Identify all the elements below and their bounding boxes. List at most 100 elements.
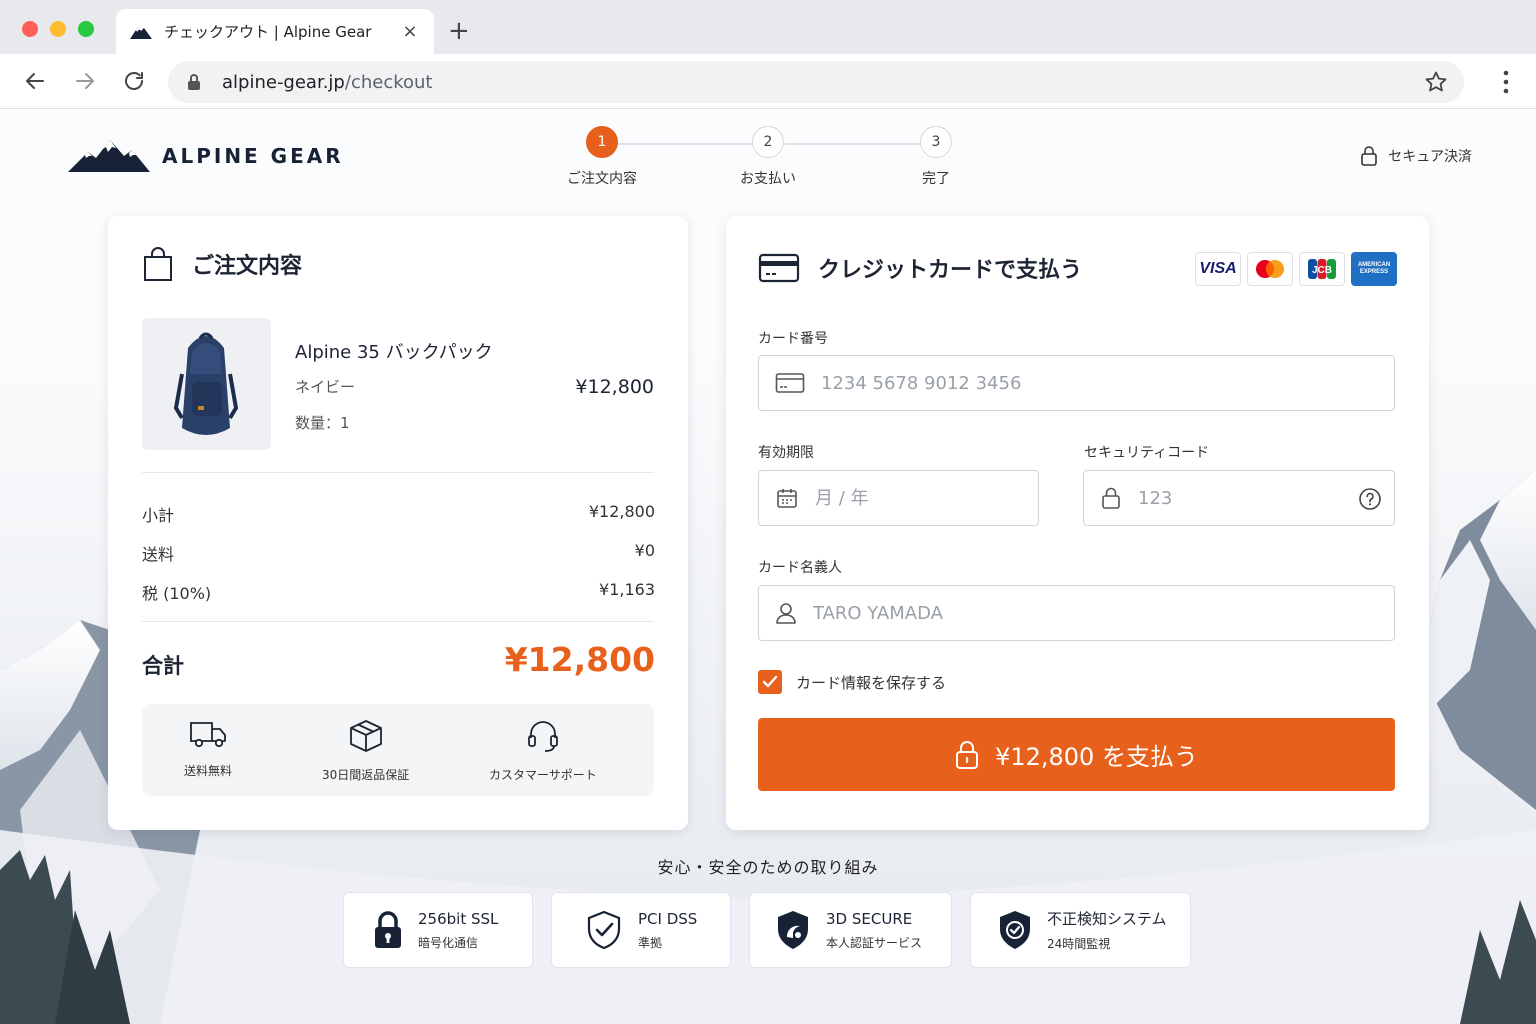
browser-tab-bar: チェックアウト | Alpine Gear × + [0,0,1536,54]
payment-card: クレジットカードで支払う VISA JCB AMERICAN EXPRESS カ… [726,216,1429,830]
mountain-logo-icon [68,140,150,172]
step-label: ご注文内容 [567,171,637,187]
headset-icon [527,721,558,752]
mastercard-logo [1247,252,1293,286]
perk-label: 30日間返品保証 [322,768,410,782]
total-value: ¥12,800 [504,640,655,679]
new-tab-button[interactable]: + [448,14,470,48]
cvc-field[interactable] [1083,470,1395,526]
browser-toolbar: alpine-gear.jp/checkout [0,54,1536,109]
trust-badge-pci: PCI DSS 準拠 [551,892,731,968]
card-number-label: カード番号 [758,331,828,347]
box-icon [349,720,382,752]
window-minimize-button[interactable] [50,21,66,37]
lock-icon [1361,146,1378,166]
visa-logo: VISA [1195,252,1241,286]
browser-tab[interactable]: チェックアウト | Alpine Gear × [116,9,434,54]
save-card-option[interactable]: カード情報を保存する [758,670,946,694]
expiry-input[interactable] [815,487,1026,509]
trust-title: 3D SECURE [826,909,913,928]
user-icon [776,603,796,624]
truck-icon [190,722,226,748]
checkout-stepper: 1 ご注文内容 2 お支払い 3 完了 [560,126,980,196]
perk-label: カスタマーサポート [489,768,597,782]
product-image [142,318,271,450]
tab-close-icon[interactable]: × [400,21,420,42]
trust-subtitle: 本人認証サービス [826,935,923,950]
perk-label: 送料無料 [184,764,233,778]
window-zoom-button[interactable] [78,21,94,37]
perk-free-shipping: 送料無料 [184,718,232,779]
jcb-logo: JCB [1299,252,1345,286]
divider [142,621,654,622]
subtotal-label: 小計 [142,506,175,525]
cvc-label: セキュリティコード [1084,445,1210,461]
url-text: alpine-gear.jp/checkout [222,72,432,93]
card-number-input[interactable] [821,372,1317,394]
product-price: ¥12,800 [575,376,654,398]
bookmark-star-icon[interactable] [1424,70,1448,94]
divider [142,472,654,473]
lock-icon [1102,487,1120,509]
trust-subtitle: 暗号化通信 [418,935,479,950]
step-complete[interactable]: 3 完了 [891,126,981,188]
trust-text: PCI DSS 準拠 [638,910,697,951]
mountain-logo-icon [130,26,152,39]
address-bar[interactable]: alpine-gear.jp/checkout [168,61,1464,103]
shopping-bag-icon [144,247,172,281]
url-path: /checkout [344,71,433,93]
perk-support: カスタマーサポート [489,718,597,783]
help-question-icon[interactable] [1358,487,1382,511]
payment-header: クレジットカードで支払う [758,252,1082,284]
svg-text:JCB: JCB [1312,265,1332,276]
perk-returns: 30日間返品保証 [322,718,409,783]
shipping-value: ¥0 [634,541,655,560]
shield-swirl-icon [778,911,808,949]
holder-label: カード名義人 [758,560,842,576]
trust-text: 3D SECURE 本人認証サービス [826,910,922,951]
checkmark-icon [762,675,778,688]
subtotal-value: ¥12,800 [588,502,655,521]
lock-icon [956,740,979,769]
credit-card-icon [758,253,800,283]
card-brand-logos: VISA JCB AMERICAN EXPRESS [1195,252,1397,286]
save-card-checkbox[interactable] [758,670,782,694]
step-payment[interactable]: 2 お支払い [723,126,813,188]
step-number: 1 [586,126,618,158]
trust-subtitle: 24時間監視 [1047,937,1111,951]
trust-title: 不正検知システム [1047,910,1167,928]
product-color: ネイビー [295,378,356,396]
holder-input[interactable] [813,602,1309,624]
trust-badge-ssl: 256bit SSL 暗号化通信 [343,892,533,968]
step-order[interactable]: 1 ご注文内容 [557,126,647,188]
total-label: 合計 [142,654,184,678]
brand-name: ALPINE GEAR [162,144,344,168]
brand-logo[interactable]: ALPINE GEAR [68,138,344,174]
order-header: ご注文内容 [142,246,302,282]
tax-value: ¥1,163 [599,580,655,599]
reload-icon[interactable] [119,66,149,96]
pay-button[interactable]: ¥12,800 を支払う [758,718,1395,791]
shipping-label: 送料 [142,545,175,564]
back-arrow-icon[interactable] [20,66,50,96]
order-title: ご注文内容 [192,254,303,279]
trust-badge-fraud: 不正検知システム 24時間監視 [970,892,1191,968]
save-card-label: カード情報を保存する [796,673,947,692]
card-number-field[interactable] [758,355,1395,411]
window-close-button[interactable] [22,21,38,37]
trust-title: 256bit SSL [418,909,499,928]
padlock-icon [375,911,401,948]
calendar-icon [777,489,797,508]
secure-payment-badge: セキュア決済 [1360,146,1472,166]
trust-section-title: 安心・安全のための取り組み [657,858,879,877]
expiry-field[interactable] [758,470,1039,526]
holder-field[interactable] [758,585,1395,641]
shield-check-filled-icon [1000,911,1030,949]
payment-title: クレジットカードで支払う [818,258,1083,283]
trust-text: 256bit SSL 暗号化通信 [418,910,498,951]
cvc-input[interactable] [1138,487,1315,509]
more-menu-icon[interactable] [1502,70,1510,94]
shield-check-icon [587,910,621,950]
lock-icon [188,74,200,90]
forward-arrow-icon[interactable] [70,66,100,96]
